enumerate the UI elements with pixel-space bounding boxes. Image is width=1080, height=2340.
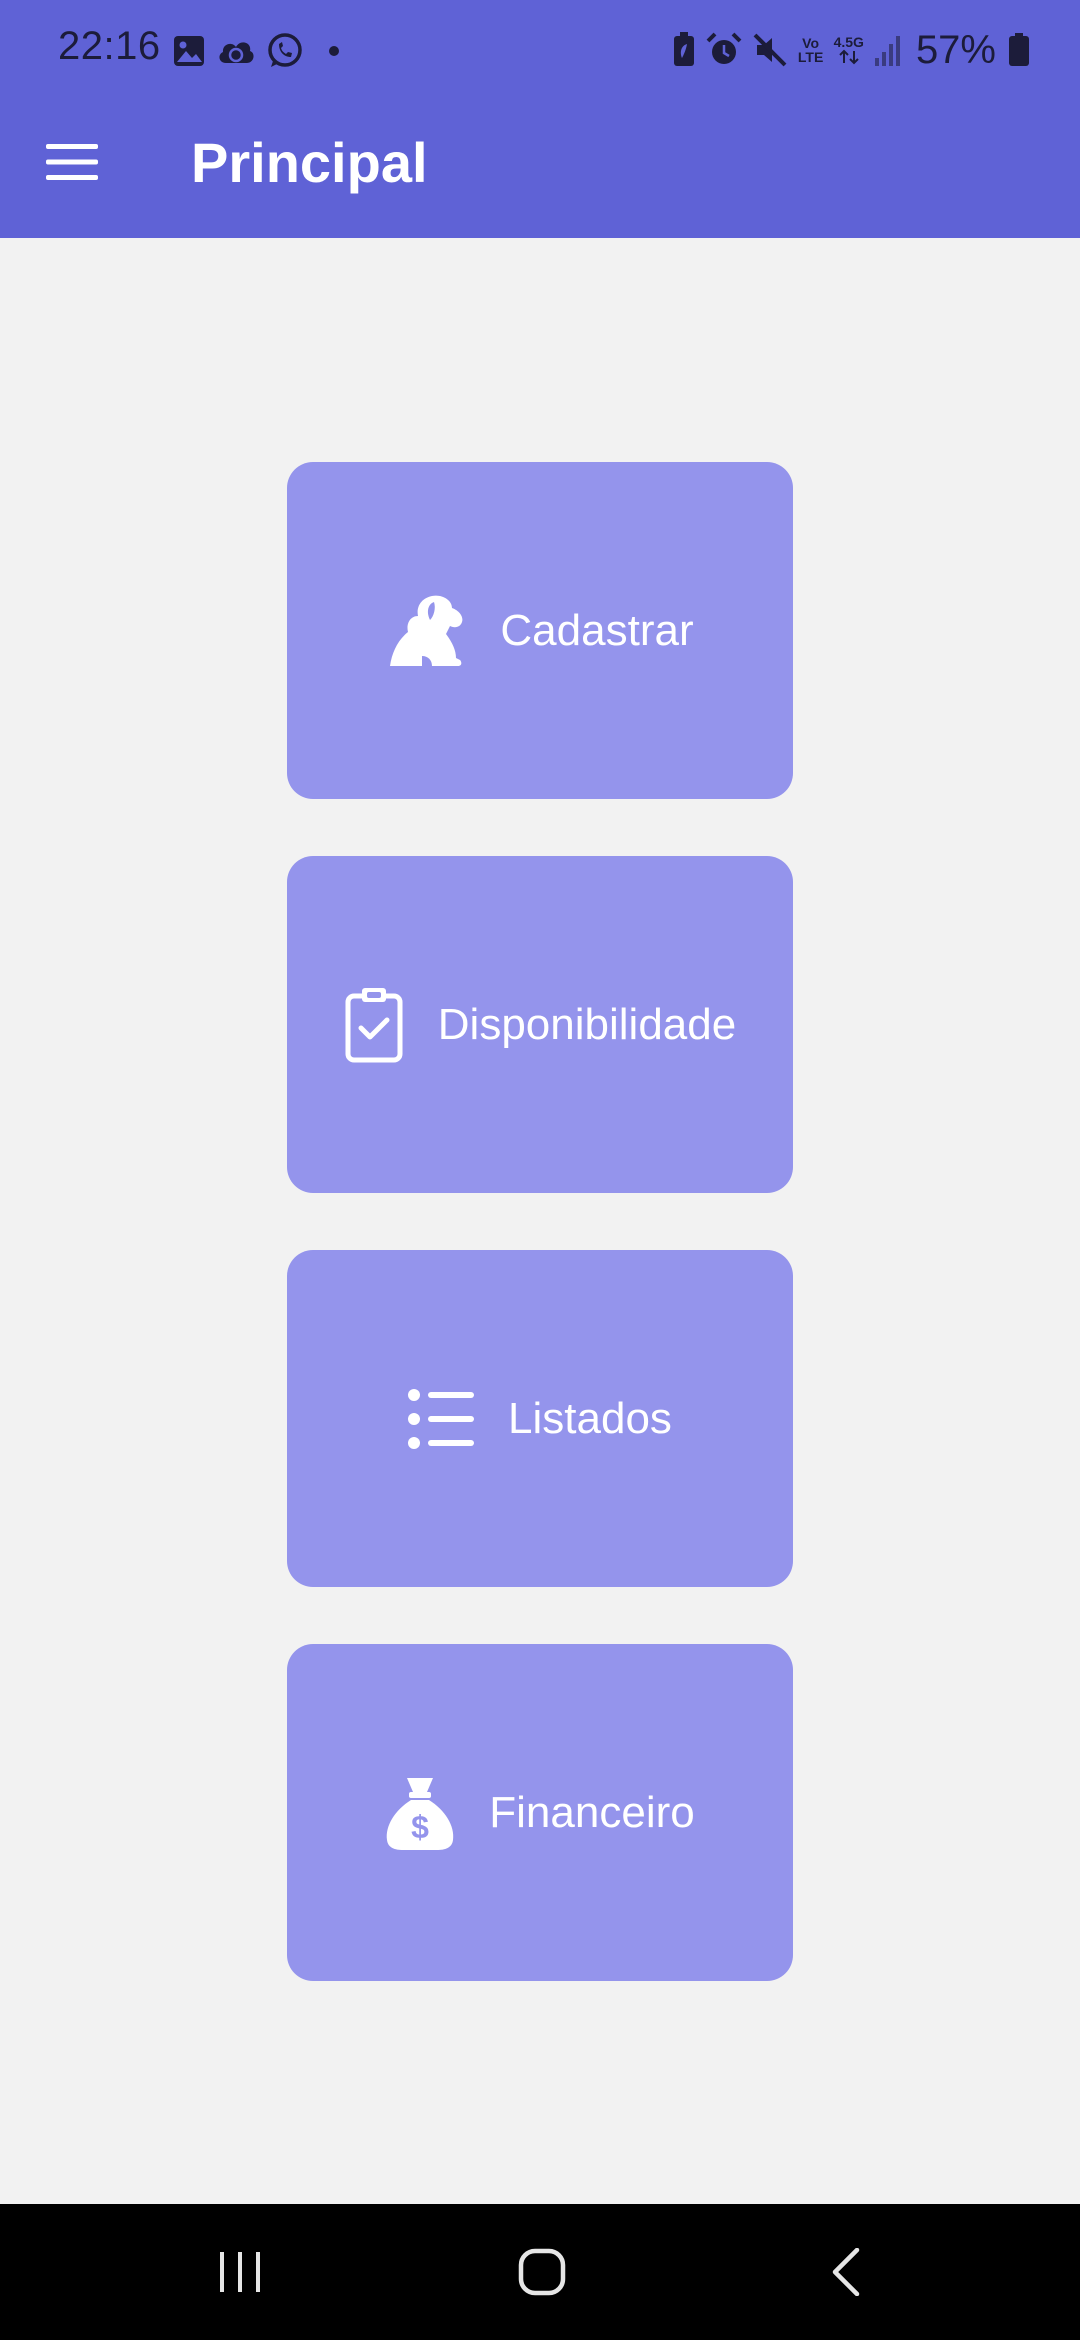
back-button[interactable]	[766, 2204, 926, 2340]
battery-icon	[1008, 33, 1030, 67]
money-bag-icon: $	[385, 1774, 455, 1852]
app-bar: Principal	[0, 100, 1080, 238]
page-title: Principal	[191, 131, 428, 194]
network-4-5g-icon: 4.5G	[834, 35, 864, 65]
status-time: 22:16	[58, 24, 161, 68]
cadastrar-label: Cadastrar	[500, 605, 694, 655]
cloud-sync-icon	[216, 35, 256, 67]
whatsapp-icon	[266, 32, 304, 70]
battery-percent: 57%	[915, 27, 996, 72]
recent-apps-button[interactable]	[160, 2204, 320, 2340]
clipboard-check-icon	[344, 986, 404, 1064]
financeiro-label: Financeiro	[489, 1787, 695, 1837]
list-icon	[408, 1388, 475, 1449]
hamburger-menu-icon	[46, 144, 98, 180]
home-button[interactable]	[462, 2204, 622, 2340]
back-icon	[832, 2248, 860, 2296]
disponibilidade-button[interactable]: Disponibilidade	[287, 856, 793, 1193]
home-icon	[518, 2248, 566, 2296]
signal-icon	[874, 34, 902, 66]
status-bar: 22:16 Vo LTE 4.5G 57%	[0, 0, 1080, 100]
cadastrar-button[interactable]: Cadastrar	[287, 462, 793, 799]
dog-icon	[386, 594, 466, 668]
header: 22:16 Vo LTE 4.5G 57% Principal	[0, 0, 1080, 238]
disponibilidade-label: Disponibilidade	[437, 999, 737, 1049]
status-left-icons	[172, 30, 340, 72]
recent-apps-icon	[220, 2252, 260, 2292]
listados-button[interactable]: Listados	[287, 1250, 793, 1587]
gallery-icon	[172, 34, 206, 68]
navigation-bar	[0, 2204, 1080, 2340]
notification-dot-icon	[328, 45, 340, 57]
status-right-icons: Vo LTE 4.5G 57%	[672, 28, 1030, 72]
mute-icon	[752, 32, 788, 68]
financeiro-button[interactable]: $ Financeiro	[287, 1644, 793, 1981]
hamburger-menu-button[interactable]	[36, 126, 108, 198]
volte-icon: Vo LTE	[797, 35, 824, 65]
svg-text:$: $	[411, 1809, 429, 1845]
battery-saver-icon	[672, 32, 696, 68]
alarm-icon	[706, 32, 742, 68]
listados-label: Listados	[508, 1393, 672, 1443]
